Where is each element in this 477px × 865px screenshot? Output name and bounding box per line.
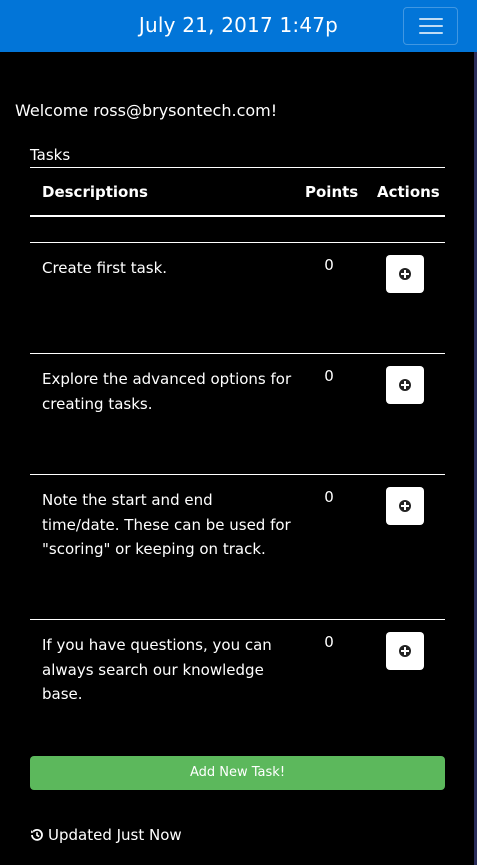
tasks-caption: Tasks — [30, 146, 71, 164]
task-points: 0 — [324, 633, 334, 651]
hamburger-icon — [419, 18, 443, 20]
row-divider — [30, 619, 445, 620]
table-top-rule — [30, 167, 445, 168]
add-new-task-button[interactable]: Add New Task! — [30, 756, 445, 790]
column-header-points: Points — [305, 183, 359, 201]
task-action-button[interactable] — [386, 632, 424, 670]
row-divider — [30, 242, 445, 243]
table-header-rule — [30, 215, 445, 217]
task-description: Create first task. — [42, 259, 168, 277]
hamburger-icon-bar — [419, 32, 443, 34]
welcome-message: Welcome ross@brysontech.com! — [15, 101, 278, 120]
plus-circle-icon — [399, 268, 411, 280]
top-navbar: July 21, 2017 1:47p — [0, 0, 477, 52]
row-divider — [30, 353, 445, 354]
plus-circle-icon — [399, 645, 411, 657]
task-description: If you have questions, you can always se… — [42, 636, 272, 703]
update-status-text: Updated Just Now — [48, 826, 182, 844]
column-header-descriptions: Descriptions — [42, 183, 148, 201]
task-description: Explore the advanced options for creatin… — [42, 370, 292, 413]
update-status[interactable]: Updated Just Now — [30, 826, 182, 844]
row-divider — [30, 474, 445, 475]
column-header-actions: Actions — [377, 183, 440, 201]
task-action-button[interactable] — [386, 366, 424, 404]
task-points: 0 — [324, 367, 334, 385]
task-action-button[interactable] — [386, 487, 424, 525]
task-points: 0 — [324, 256, 334, 274]
hamburger-icon-bar — [419, 25, 443, 27]
task-points: 0 — [324, 488, 334, 506]
plus-circle-icon — [399, 500, 411, 512]
task-description: Note the start and end time/date. These … — [42, 491, 291, 558]
plus-circle-icon — [399, 379, 411, 391]
task-action-button[interactable] — [386, 255, 424, 293]
menu-toggle-button[interactable] — [403, 7, 458, 45]
history-icon — [31, 828, 43, 841]
